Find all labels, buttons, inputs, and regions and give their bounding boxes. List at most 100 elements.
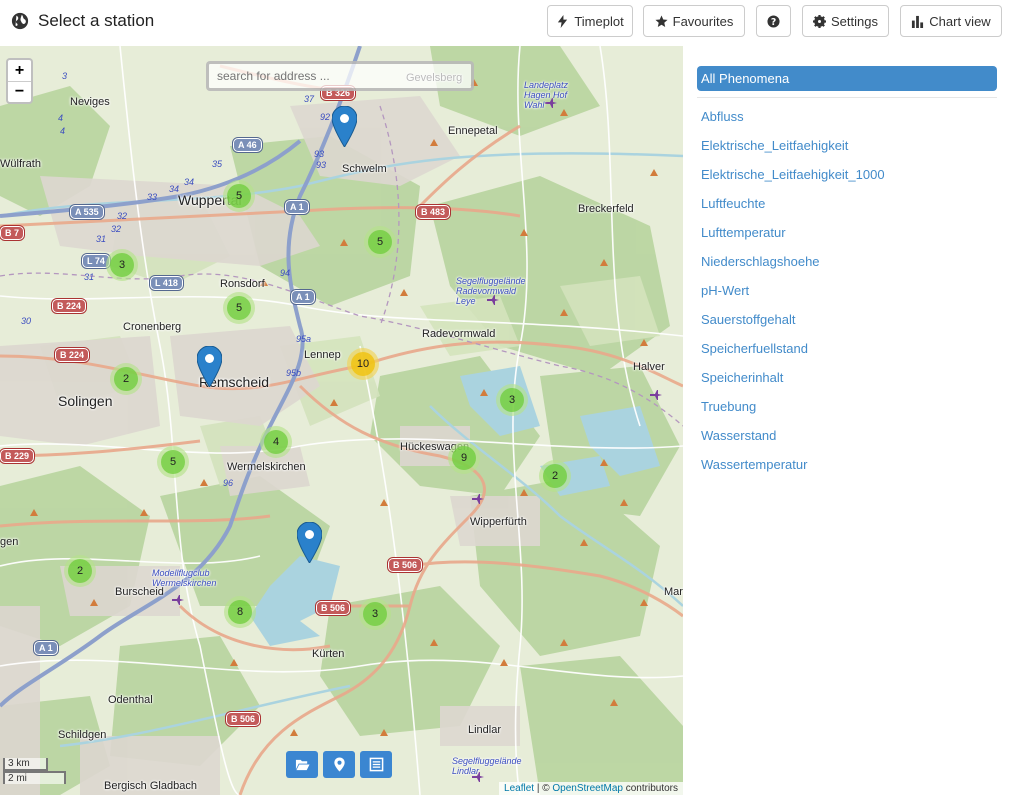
zoom-out-button[interactable]: − — [8, 81, 31, 102]
cluster-count: 5 — [161, 450, 185, 474]
station-cluster[interactable]: 2 — [539, 460, 571, 492]
junction-number: 95b — [286, 368, 302, 378]
cluster-count: 10 — [351, 352, 375, 376]
road-shield: A 1 — [33, 640, 59, 656]
station-cluster[interactable]: 5 — [364, 226, 396, 258]
cluster-count: 9 — [452, 446, 476, 470]
place-label: Neviges — [70, 96, 110, 108]
cluster-count: 4 — [264, 430, 288, 454]
phenomenon-item[interactable]: Elektrische_Leitfaehigkeit — [697, 131, 997, 160]
map-action-buttons — [286, 751, 392, 778]
list-button[interactable] — [360, 751, 392, 778]
favourites-label: Favourites — [672, 13, 734, 29]
station-cluster[interactable]: 5 — [223, 180, 255, 212]
map-tiles — [0, 46, 683, 795]
phenomenon-item[interactable]: Sauerstoffgehalt — [697, 305, 997, 334]
header-bar: Select a station Timeplot Favourites ? S… — [0, 0, 1024, 46]
place-label: Lennep — [304, 349, 341, 361]
phenomenon-item[interactable]: Elektrische_Leitfaehigkeit_1000 — [697, 160, 997, 189]
road-shield: B 229 — [0, 448, 36, 464]
globe-icon — [11, 12, 29, 30]
airfield-label: Segelfluggelände Lindlar — [452, 756, 522, 776]
settings-button[interactable]: Settings — [802, 5, 889, 37]
place-label: Ronsdorf — [220, 278, 265, 290]
junction-number: 30 — [21, 316, 32, 326]
station-cluster[interactable]: 2 — [110, 363, 142, 395]
zoom-in-button[interactable]: + — [8, 60, 31, 81]
question-circle-icon: ? — [767, 14, 780, 28]
station-cluster[interactable]: 8 — [224, 596, 256, 628]
airfield-label: Modellflugclub Wermelskirchen — [152, 568, 217, 588]
cluster-count: 3 — [363, 602, 387, 626]
folder-button[interactable] — [286, 751, 318, 778]
phenomenon-item[interactable]: Niederschlagshoehe — [697, 247, 997, 276]
station-cluster[interactable]: 3 — [496, 384, 528, 416]
leaflet-link[interactable]: Leaflet — [504, 783, 534, 794]
station-cluster[interactable]: 4 — [260, 426, 292, 458]
zoom-control: + − — [6, 58, 33, 104]
station-cluster[interactable]: 5 — [223, 292, 255, 324]
junction-number: 96 — [223, 478, 234, 488]
osm-link[interactable]: OpenStreetMap — [552, 783, 623, 794]
junction-number: 34 — [184, 177, 195, 187]
cluster-count: 2 — [114, 367, 138, 391]
station-cluster[interactable]: 10 — [347, 348, 379, 380]
station-marker-icon[interactable] — [332, 106, 357, 147]
phenomenon-item[interactable]: pH-Wert — [697, 276, 997, 305]
folder-open-icon — [295, 759, 310, 771]
road-shield: A 535 — [69, 204, 105, 220]
phenomenon-item[interactable]: Speicherinhalt — [697, 363, 997, 392]
help-button[interactable]: ? — [756, 5, 791, 37]
locate-button[interactable] — [323, 751, 355, 778]
junction-number: 35 — [212, 159, 223, 169]
cluster-count: 3 — [110, 253, 134, 277]
phenomenon-item[interactable]: Lufttemperatur — [697, 218, 997, 247]
phenomenon-item[interactable]: Luftfeuchte — [697, 189, 997, 218]
place-label: Mar — [664, 586, 683, 598]
chart-view-label: Chart view — [929, 13, 991, 29]
star-icon — [655, 14, 668, 27]
road-shield: L 418 — [149, 275, 184, 291]
airfield-label: Segelfluggelände Radevormwald Leye — [456, 276, 526, 306]
place-label: Kürten — [312, 648, 345, 660]
junction-number: 34 — [169, 184, 180, 194]
chart-view-button[interactable]: Chart view — [900, 5, 1002, 37]
scale-mi: 2 mi — [3, 771, 66, 784]
road-shield: B 224 — [50, 298, 88, 314]
station-marker-icon[interactable] — [297, 522, 322, 563]
timeplot-label: Timeplot — [574, 13, 624, 29]
favourites-button[interactable]: Favourites — [643, 5, 745, 37]
junction-number: 4 — [60, 126, 66, 136]
place-label: Ennepetal — [448, 125, 498, 137]
road-shield: B 483 — [414, 204, 452, 220]
timeplot-button[interactable]: Timeplot — [547, 5, 633, 37]
station-cluster[interactable]: 9 — [448, 442, 480, 474]
bar-chart-icon — [912, 15, 924, 28]
cluster-count: 5 — [368, 230, 392, 254]
phenomenon-item[interactable]: Wasserstand — [697, 421, 997, 450]
place-label: Schildgen — [58, 729, 107, 741]
station-map[interactable]: Neviges Wülfrath Wuppertal Ennepetal Sch… — [0, 46, 683, 795]
junction-number: 37 — [304, 94, 315, 104]
station-cluster[interactable]: 5 — [157, 446, 189, 478]
road-shield: A 46 — [232, 137, 263, 153]
attribution-suffix: contributors — [622, 783, 678, 794]
station-cluster[interactable]: 3 — [106, 249, 138, 281]
phenomenon-item[interactable]: Speicherfuellstand — [697, 334, 997, 363]
phenomenon-item[interactable]: Abfluss — [697, 102, 997, 131]
svg-text:?: ? — [771, 17, 776, 28]
station-marker-icon[interactable] — [197, 346, 222, 387]
all-phenomena-item[interactable]: All Phenomena — [697, 66, 997, 91]
settings-label: Settings — [831, 13, 878, 29]
road-shield: A 1 — [284, 199, 310, 215]
phenomenon-item[interactable]: Truebung — [697, 392, 997, 421]
station-cluster[interactable]: 2 — [64, 555, 96, 587]
phenomenon-item[interactable]: Wassertemperatur — [697, 450, 997, 479]
scale-bar: 3 km 2 mi — [3, 758, 66, 784]
station-cluster[interactable]: 3 — [359, 598, 391, 630]
cluster-count: 2 — [68, 559, 92, 583]
junction-number: 93 — [316, 160, 327, 170]
phenomena-sidebar: All Phenomena Abfluss Elektrische_Leitfa… — [697, 66, 997, 479]
road-shield: B 506 — [314, 600, 352, 616]
road-shield: B 506 — [386, 557, 424, 573]
